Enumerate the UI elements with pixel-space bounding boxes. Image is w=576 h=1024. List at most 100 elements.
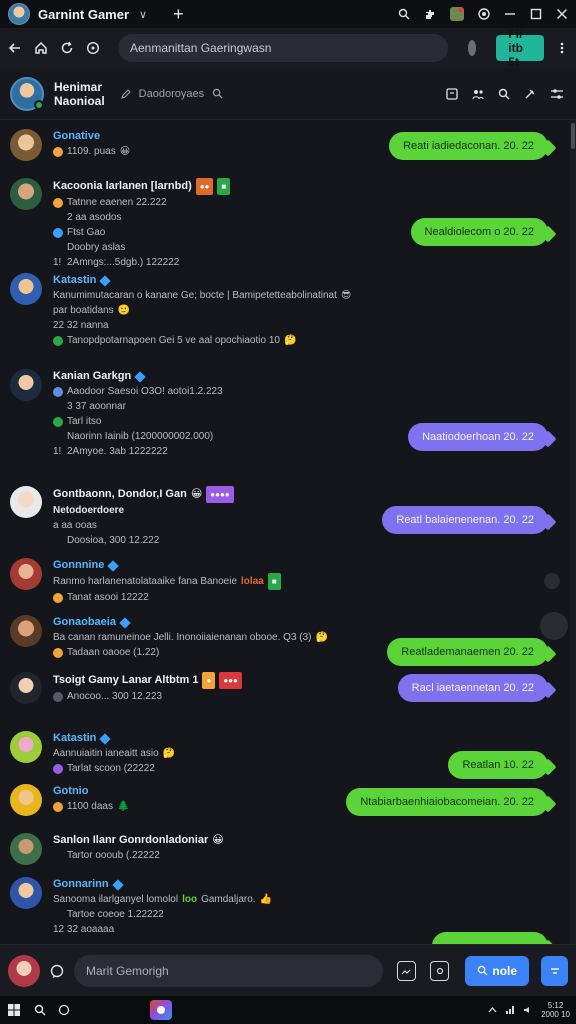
taskbar-search-icon[interactable] [34, 1004, 46, 1016]
username-text[interactable]: Tsoigt Gamy Lanar Altbtm 1 [53, 673, 198, 688]
leaf-icon [53, 416, 63, 427]
window-panel-icon[interactable] [446, 88, 458, 100]
scroll-marker-icon[interactable] [540, 612, 568, 640]
windows-start-icon[interactable] [8, 1004, 20, 1016]
pin-icon[interactable] [524, 88, 536, 100]
close-window-icon[interactable] [556, 8, 568, 20]
message-line: Anocoo... 300 12.223 [53, 689, 242, 704]
scrollbar-thumb[interactable] [571, 123, 575, 149]
username-text[interactable]: Gonnnine [53, 558, 104, 573]
site-info-icon[interactable] [86, 41, 100, 55]
user-avatar[interactable] [10, 486, 42, 518]
username: Gonnarinn [53, 877, 272, 892]
reply-bubble-partial[interactable] [432, 932, 548, 944]
message-text: Ftst Gao [67, 227, 106, 238]
coin-icon [53, 146, 63, 157]
extension-icon[interactable] [468, 40, 477, 56]
profile-avatar-icon[interactable] [450, 7, 464, 21]
message-text: 22 32 nanna [53, 320, 109, 331]
username-text[interactable]: Gonnarinn [53, 877, 109, 892]
reload-icon[interactable] [60, 41, 74, 55]
username-text[interactable]: Katastin [53, 273, 96, 288]
media-control-icon[interactable] [478, 8, 490, 20]
network-icon[interactable] [505, 1005, 515, 1015]
tray-chevron-icon[interactable] [488, 1006, 497, 1014]
message-text: 3 37 aoonnar [67, 401, 126, 412]
reply-bubble[interactable]: Reatlan 10. 22 [448, 751, 548, 779]
search-tabs-icon[interactable] [398, 8, 410, 20]
user-avatar[interactable] [10, 178, 42, 210]
extensions-puzzle-icon[interactable] [424, 8, 436, 20]
address-action-button[interactable]: Fli itb 5t [496, 27, 544, 69]
tab-dropdown-chevron-icon[interactable]: ∨ [139, 8, 147, 21]
username-text[interactable]: Sanlon Ilanr Gonrdonladoniar [53, 833, 208, 848]
emoji-icon: 👍 [259, 894, 272, 905]
user-avatar[interactable] [10, 784, 42, 816]
username-text[interactable]: Kanian Garkgn [53, 369, 131, 384]
user-avatar[interactable] [10, 558, 42, 590]
browser-tab[interactable]: Garnint Gamer ∨ [0, 0, 155, 28]
user-avatar[interactable] [10, 615, 42, 647]
channel-search-icon[interactable] [212, 88, 223, 99]
my-avatar[interactable] [8, 954, 40, 987]
message-text: 2Amyoe. 3ab 1222222 [67, 446, 168, 457]
more-menu-icon[interactable] [556, 41, 568, 55]
channel-avatar[interactable] [10, 76, 44, 111]
user-avatar[interactable] [10, 273, 42, 305]
user-avatar[interactable] [10, 833, 42, 865]
message-text: Tanat asooi 12222 [67, 592, 149, 603]
emoji-picker-icon[interactable] [50, 964, 64, 978]
user-avatar[interactable] [10, 731, 42, 763]
send-button[interactable]: nole [465, 955, 530, 986]
search-icon[interactable] [498, 88, 510, 100]
reply-bubble[interactable]: Reatl balaienenenan. 20. 22 [382, 506, 548, 534]
taskbar-clock[interactable]: 5:12 2000 10 [541, 1001, 570, 1019]
settings-sliders-icon[interactable] [550, 88, 564, 100]
system-tray: 5:12 2000 10 [488, 996, 570, 1024]
minimize-icon[interactable] [504, 8, 516, 20]
edit-pencil-icon[interactable] [120, 88, 131, 99]
reply-bubble[interactable]: Reati iadiedaconan. 20. 22 [389, 132, 548, 160]
username-text[interactable]: Gontbaonn, Dondor,I Gan [53, 487, 187, 502]
message-text: Tarl itso [67, 416, 102, 427]
composer-menu-icon[interactable] [541, 955, 568, 986]
feed-scrollbar[interactable] [570, 121, 576, 944]
scroll-marker-icon[interactable] [544, 573, 560, 589]
username-text[interactable]: Kacoonia larlanen [larnbd) [53, 179, 192, 194]
channel-header: Henimar Naonioal Daodoroyaes [0, 68, 576, 120]
emoji-icon: 😀 [119, 146, 131, 157]
username-text[interactable]: Katastin [53, 731, 96, 746]
new-tab-plus-icon[interactable]: + [173, 4, 184, 25]
volume-icon[interactable] [523, 1005, 533, 1015]
reply-bubble[interactable]: Reatlademanaemen 20. 22 [387, 638, 548, 666]
message-input[interactable]: Marit Gemorigh [74, 954, 383, 987]
channel-title-line1: Henimar [54, 79, 103, 94]
taskbar-browser-app-icon[interactable] [150, 1000, 172, 1020]
username[interactable]: Gotnio [53, 784, 129, 799]
user-avatar[interactable] [10, 877, 42, 909]
attach-image-icon[interactable] [396, 960, 417, 981]
taskbar-chat-icon[interactable] [58, 1004, 70, 1016]
members-icon[interactable] [472, 88, 484, 100]
username: Katastin [53, 273, 351, 288]
maximize-icon[interactable] [530, 8, 542, 20]
reply-bubble[interactable]: Naatiodoerhoan 20. 22 [408, 423, 548, 451]
username[interactable]: Gonative [53, 129, 130, 144]
message-feed[interactable]: Gonative 1109. puas 😀 Reati iadiedaconan… [0, 121, 576, 944]
coin-icon [53, 197, 63, 208]
message-line: Naorinn Iainib (1200000002.000) [53, 429, 223, 444]
user-avatar[interactable] [10, 129, 42, 161]
message-text: 12 32 aoaaaa [53, 924, 115, 935]
reply-bubble[interactable]: Racl iaetaennetan 20. 22 [397, 674, 548, 702]
user-avatar[interactable] [10, 369, 42, 401]
address-bar-input[interactable]: Aenmanittan Gaeringwasn [118, 34, 448, 62]
reply-bubble[interactable]: Nealdiolecom o 20. 22 [410, 218, 548, 246]
user-avatar[interactable] [10, 672, 42, 704]
back-arrow-icon[interactable] [8, 41, 22, 55]
role-badge: ●● [195, 178, 214, 195]
home-icon[interactable] [34, 41, 48, 55]
gif-sticker-icon[interactable] [430, 960, 450, 981]
reply-bubble[interactable]: Ntabiarbaenhiaiobacomeian. 20. 22 [346, 788, 548, 816]
username-text[interactable]: Gonaobaeia [53, 615, 116, 630]
channel-subtitle: Daodoroyaes [138, 87, 205, 100]
